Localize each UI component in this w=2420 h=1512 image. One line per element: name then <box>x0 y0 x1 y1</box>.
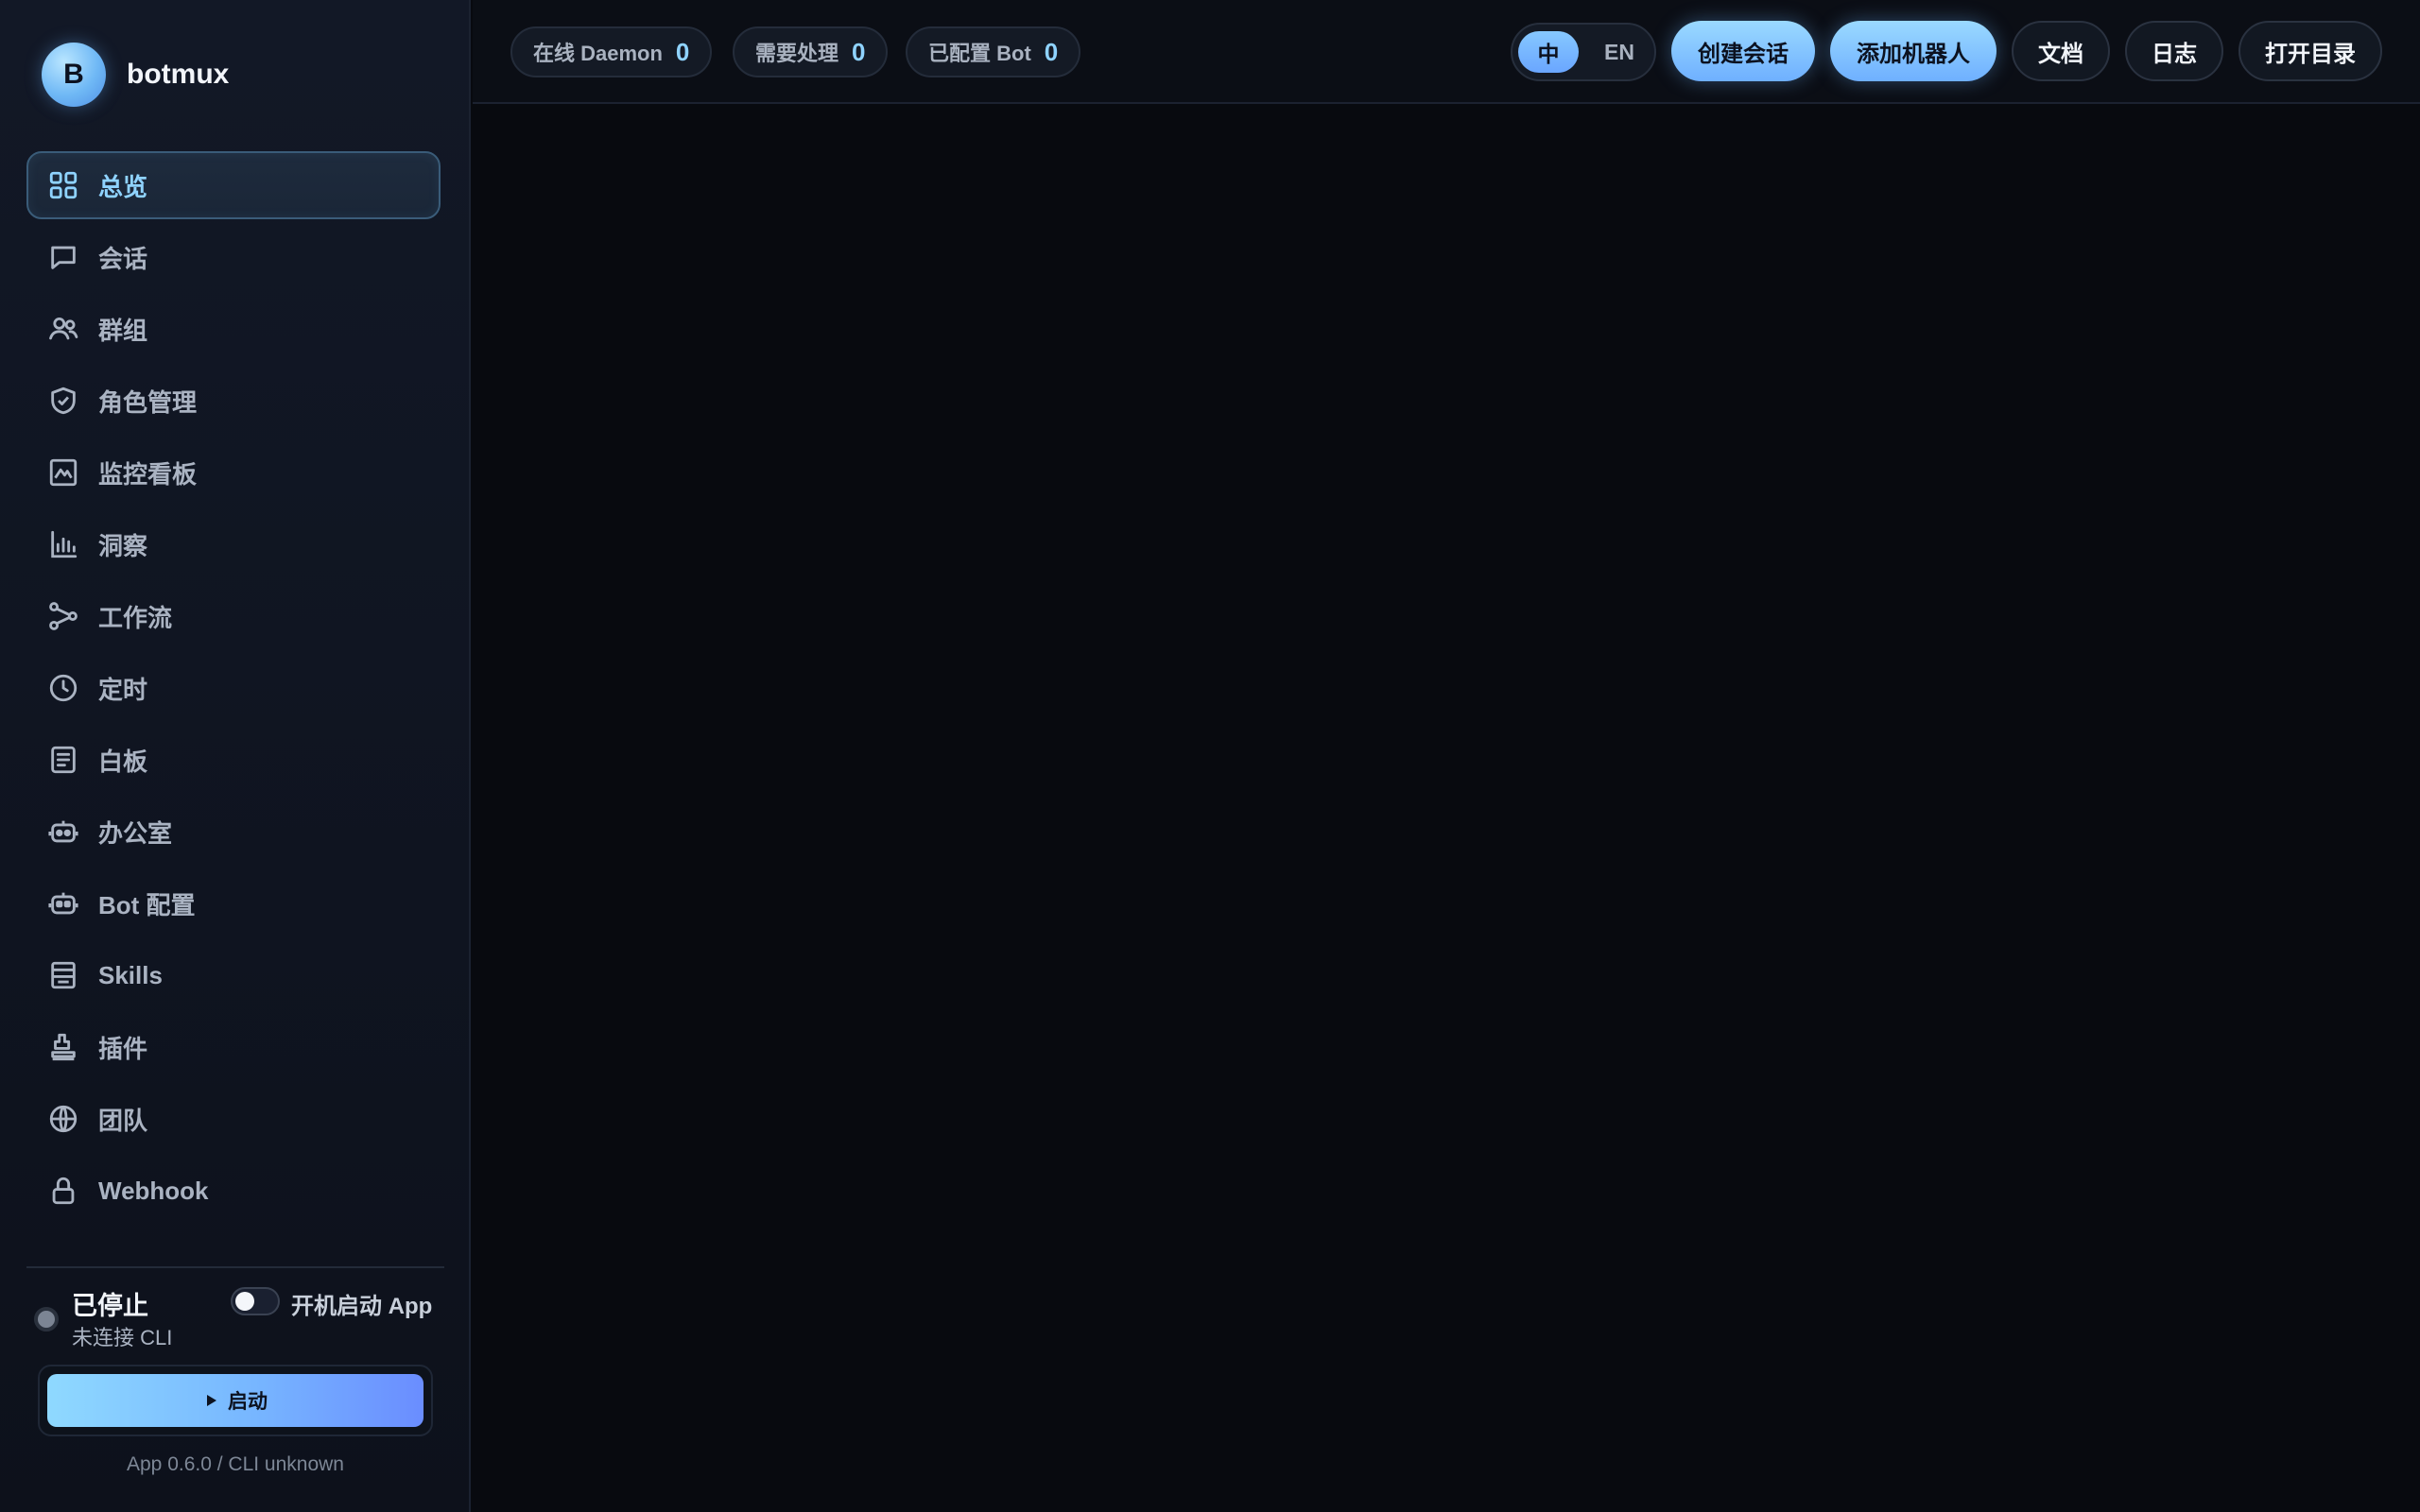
start-button[interactable]: 启动 <box>47 1374 424 1427</box>
lock-icon <box>47 1175 79 1207</box>
plugin-icon <box>47 1031 79 1063</box>
docs-button[interactable]: 文档 <box>2012 21 2110 81</box>
logs-button[interactable]: 日志 <box>2125 21 2223 81</box>
sidebar-item-plugins[interactable]: 插件 <box>26 1013 441 1081</box>
archive-icon <box>47 959 79 991</box>
sidebar-item-webhook[interactable]: Webhook <box>26 1157 441 1225</box>
sidebar-item-roles[interactable]: 角色管理 <box>26 367 441 435</box>
sidebar-item-team[interactable]: 团队 <box>26 1085 441 1153</box>
clock-icon <box>47 672 79 704</box>
topbar: 在线 Daemon 0 需要处理 0 已配置 Bot 0 中 EN 创建会话 添… <box>473 0 2420 104</box>
lang-option-zh[interactable]: 中 <box>1518 31 1579 73</box>
sidebar-item-office[interactable]: 办公室 <box>26 798 441 866</box>
sidebar-divider <box>26 1266 444 1268</box>
users-icon <box>47 313 79 345</box>
sidebar-item-label: 插件 <box>98 1034 148 1063</box>
stat-value: 0 <box>1044 37 1059 66</box>
sidebar-item-whiteboard[interactable]: 白板 <box>26 726 441 794</box>
autostart-label: 开机启动 App <box>291 1294 433 1319</box>
shield-check-icon <box>47 385 79 417</box>
sidebar-item-label: Skills <box>98 960 163 989</box>
sidebar-item-bot-config[interactable]: Bot 配置 <box>26 869 441 937</box>
stat-value: 0 <box>675 37 690 66</box>
sidebar-item-monitor[interactable]: 监控看板 <box>26 438 441 507</box>
status-subtitle: 未连接 CLI <box>72 1326 173 1349</box>
sidebar-item-label: Bot 配置 <box>98 890 196 919</box>
sidebar-item-label: 总览 <box>98 172 148 201</box>
add-bot-button[interactable]: 添加机器人 <box>1830 21 1996 81</box>
sidebar-item-label: 工作流 <box>98 603 173 632</box>
globe-icon <box>47 1103 79 1135</box>
sidebar-nav: 总览 会话 群组 角色管理 监控看板 洞察 工作流 定时 白板 办公室 Bot … <box>26 151 441 1228</box>
sidebar-item-schedule[interactable]: 定时 <box>26 654 441 722</box>
brand-name: botmux <box>127 59 230 90</box>
status-indicator <box>34 1307 59 1332</box>
stat-configured-bots: 已配置 Bot 0 <box>906 26 1081 77</box>
sidebar-item-label: 监控看板 <box>98 459 198 489</box>
sidebar-item-label: 白板 <box>98 747 148 776</box>
main-content <box>473 106 2420 1512</box>
sidebar-item-insights[interactable]: 洞察 <box>26 510 441 578</box>
sidebar: B botmux 总览 会话 群组 角色管理 监控看板 洞察 工作流 定时 白板… <box>0 0 471 1512</box>
sidebar-item-label: 会话 <box>98 244 148 273</box>
create-session-button[interactable]: 创建会话 <box>1671 21 1815 81</box>
bar-chart-icon <box>47 528 79 560</box>
start-button-label: 启动 <box>228 1391 268 1413</box>
autostart-toggle[interactable] <box>231 1287 280 1315</box>
sidebar-item-sessions[interactable]: 会话 <box>26 223 441 291</box>
brand-avatar: B <box>42 43 106 107</box>
play-icon <box>207 1395 216 1406</box>
status-title: 已停止 <box>72 1292 148 1320</box>
sidebar-item-label: 角色管理 <box>98 387 198 417</box>
sidebar-item-label: 洞察 <box>98 531 148 560</box>
sidebar-item-label: Webhook <box>98 1176 209 1205</box>
bot-icon <box>47 887 79 919</box>
stat-label: 已配置 Bot <box>928 42 1031 65</box>
document-icon <box>47 744 79 776</box>
start-panel: 启动 <box>38 1365 433 1436</box>
chat-icon <box>47 241 79 273</box>
sidebar-item-label: 定时 <box>98 675 148 704</box>
sidebar-item-overview[interactable]: 总览 <box>26 151 441 219</box>
sidebar-item-label: 群组 <box>98 316 148 345</box>
sidebar-item-workflow[interactable]: 工作流 <box>26 582 441 650</box>
stat-label: 需要处理 <box>755 42 839 65</box>
version-text: App 0.6.0 / CLI unknown <box>127 1453 344 1475</box>
language-switch: 中 EN <box>1511 23 1656 81</box>
workflow-icon <box>47 600 79 632</box>
robot-icon <box>47 816 79 848</box>
toggle-knob <box>235 1292 254 1311</box>
brand[interactable]: B botmux <box>42 43 229 107</box>
sidebar-item-skills[interactable]: Skills <box>26 941 441 1009</box>
sidebar-item-label: 办公室 <box>98 818 173 848</box>
open-directory-button[interactable]: 打开目录 <box>2238 21 2382 81</box>
stat-needs-attention: 需要处理 0 <box>733 26 889 77</box>
stat-label: 在线 Daemon <box>533 42 663 65</box>
stat-online-daemon: 在线 Daemon 0 <box>510 26 713 77</box>
lang-option-en[interactable]: EN <box>1588 31 1651 73</box>
sidebar-item-groups[interactable]: 群组 <box>26 295 441 363</box>
grid-icon <box>47 169 79 201</box>
activity-chart-icon <box>47 456 79 489</box>
stat-value: 0 <box>852 37 866 66</box>
sidebar-item-label: 团队 <box>98 1106 148 1135</box>
